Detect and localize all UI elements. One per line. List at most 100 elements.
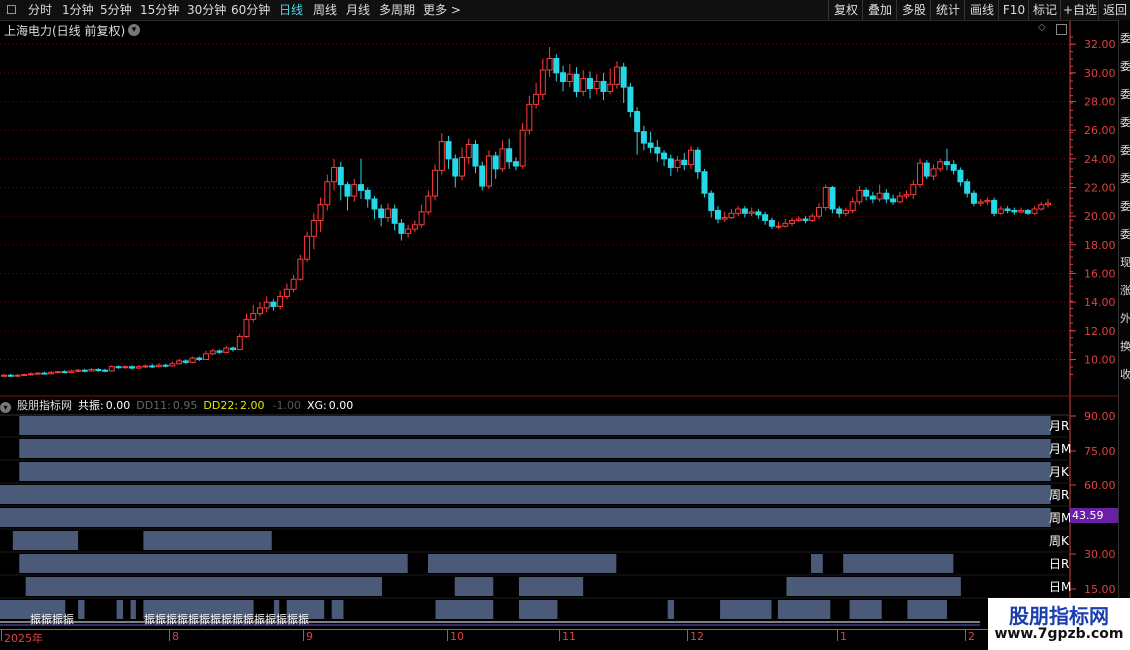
period-tab-2[interactable]: 5分钟	[100, 0, 132, 20]
indicator-item-label: XG:	[307, 399, 327, 412]
info-strip-char: 委	[1120, 200, 1130, 213]
date-tick	[687, 629, 688, 641]
indicator-bars	[0, 414, 1070, 626]
candle-body	[627, 86, 634, 113]
candle-body	[169, 363, 176, 367]
signal-bar	[143, 531, 272, 550]
candle-body	[869, 195, 876, 200]
chevron-down-icon[interactable]: ▾	[128, 24, 140, 36]
candle-body	[465, 144, 472, 158]
candle-body	[708, 192, 715, 211]
current-value-badge: 43.59	[1070, 508, 1118, 523]
candle-body	[223, 347, 230, 353]
candle-body	[943, 161, 950, 166]
candle-body	[176, 360, 183, 365]
candle-body	[411, 224, 418, 230]
period-tab-5[interactable]: 60分钟	[231, 0, 270, 20]
date-tick	[303, 629, 304, 641]
candle	[519, 123, 526, 169]
candle-body	[701, 171, 708, 194]
period-tab-7[interactable]: 周线	[313, 0, 337, 20]
candle	[701, 168, 708, 198]
toolbar-action-4[interactable]: 画线	[964, 0, 999, 20]
candle-body	[378, 208, 385, 219]
diamond-icon[interactable]: ◇	[1038, 22, 1046, 33]
candle-body	[81, 369, 88, 372]
candle-body	[506, 148, 513, 163]
candle-body	[21, 374, 28, 377]
toolbar-action-2[interactable]: 多股	[896, 0, 931, 20]
period-tab-8[interactable]: 月线	[346, 0, 370, 20]
candle-body	[196, 357, 203, 361]
toolbar-action-6[interactable]: 标记	[1028, 0, 1061, 20]
candle-body	[149, 365, 156, 368]
candle-body	[102, 369, 109, 372]
indicator-item: DD22: 2.00	[203, 399, 264, 412]
indicator-tick-label: 75.00	[1084, 445, 1116, 458]
signal-bar	[78, 600, 85, 619]
window-menu-icon[interactable]: ☐	[6, 0, 17, 20]
candle-body	[694, 149, 701, 173]
candle-body	[607, 83, 614, 92]
candle-body	[398, 222, 405, 234]
candle-body	[721, 217, 728, 220]
toolbar-action-1[interactable]: 叠加	[862, 0, 897, 20]
candle-body	[1, 374, 7, 377]
indicator-item: 共振: 0.00	[78, 399, 130, 412]
candle-body	[310, 219, 317, 237]
watermark-url: www.7gpzb.com	[994, 626, 1124, 642]
candle-body	[1038, 204, 1045, 210]
signal-bar	[19, 439, 1051, 458]
candle	[236, 333, 243, 351]
signal-bar	[518, 577, 584, 596]
candle-body	[957, 169, 964, 183]
candle-body	[782, 222, 789, 227]
candle-body	[647, 142, 654, 148]
candle-body	[580, 78, 587, 92]
signal-bar	[12, 531, 79, 550]
date-axis-line	[0, 629, 1070, 630]
info-strip-char: 委	[1120, 144, 1130, 157]
period-tab-1[interactable]: 1分钟	[62, 0, 94, 20]
signal-bar	[777, 600, 831, 619]
period-tab-10[interactable]: 更多 >	[423, 0, 461, 20]
toolbar-action-0[interactable]: 复权	[828, 0, 863, 20]
candle-body	[445, 141, 452, 160]
date-axis: 2025年 8 9 10 11 12 1 2	[0, 629, 1070, 650]
period-tab-3[interactable]: 15分钟	[140, 0, 179, 20]
indicator-item-value: 0.95	[172, 399, 198, 412]
info-strip-char: 委	[1120, 228, 1130, 241]
candle	[923, 160, 930, 179]
period-tab-0[interactable]: 分时	[28, 0, 52, 20]
candle-body	[189, 357, 196, 363]
candle-body	[432, 169, 439, 197]
candle-body	[842, 209, 849, 214]
info-strip-char: 收	[1120, 368, 1130, 381]
date-label: 9	[306, 630, 313, 643]
signal-bar	[19, 416, 1051, 435]
candle-body	[250, 313, 257, 320]
toolbar-action-7[interactable]: +自选	[1060, 0, 1099, 20]
panel-toggle-icon[interactable]	[1056, 24, 1067, 35]
signal-bar	[907, 600, 947, 619]
date-label: 2025年	[4, 632, 43, 645]
candle-body	[822, 187, 829, 209]
candle-body	[41, 372, 48, 375]
candle-body	[795, 218, 802, 221]
candle-body	[209, 350, 216, 355]
candle-body	[654, 146, 661, 154]
period-tab-4[interactable]: 30分钟	[187, 0, 226, 20]
candle-body	[290, 278, 297, 290]
candle-body	[863, 189, 870, 197]
toolbar-action-5[interactable]: F10	[998, 0, 1029, 20]
chevron-down-icon[interactable]: ▾	[0, 402, 11, 413]
candle-body	[748, 211, 755, 214]
candle-body	[337, 166, 344, 186]
toolbar-action-3[interactable]: 统计	[930, 0, 965, 20]
candle-body	[122, 366, 129, 369]
period-tab-6[interactable]: 日线	[279, 0, 303, 20]
signal-bar	[843, 554, 954, 573]
toolbar-action-8[interactable]: 返回	[1098, 0, 1130, 20]
info-strip-char: 委	[1120, 88, 1130, 101]
period-tab-9[interactable]: 多周期	[379, 0, 415, 20]
